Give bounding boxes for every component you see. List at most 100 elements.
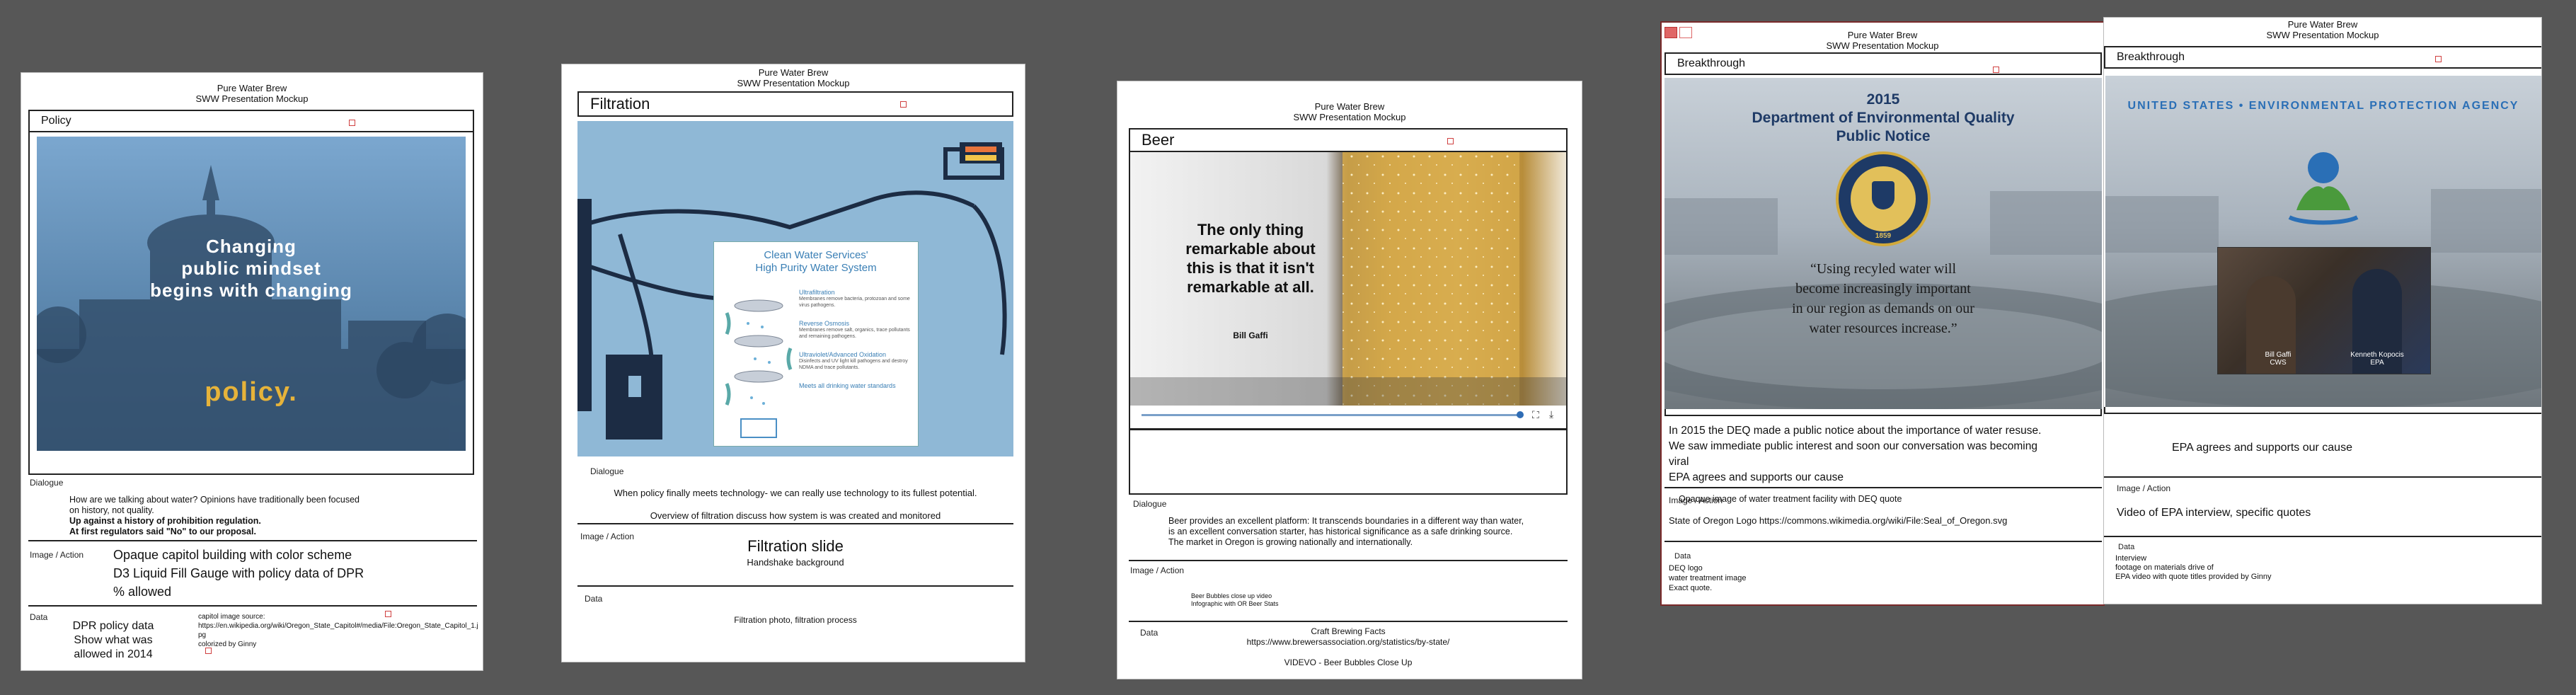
slide-title-bar[interactable]: Beer	[1129, 128, 1568, 152]
slide-title-bar[interactable]: Policy	[28, 110, 474, 132]
image-action-line: Opaque capitol building with color schem…	[113, 548, 352, 562]
dialogue-text: EPA agrees and supports our cause	[2172, 442, 2352, 454]
quote-author: Bill Gaffi	[1233, 331, 1268, 340]
header-line2: SWW Presentation Mockup	[1826, 40, 1939, 51]
card-header: Pure Water Brew SWW Presentation Mockup	[1117, 101, 1582, 122]
data-line[interactable]: https://www.brewersassociation.org/stati…	[1129, 637, 1568, 648]
data-label: Data	[1674, 552, 1691, 561]
dialogue-line: Beer provides an excellent platform: It …	[1168, 516, 1524, 526]
slide-preview-deq[interactable]: 2015 Department of Environmental Quality…	[1664, 78, 2102, 409]
data-line: Exact quote.	[1669, 584, 1713, 592]
slide-quote: The only thing remarkable about this is …	[1185, 221, 1316, 296]
step-desc: Disinfects and UV light kill pathogens a…	[799, 359, 908, 370]
oregon-seal: 1859	[1836, 151, 1931, 246]
image-action-line: Beer Bubbles close up video	[1191, 592, 1272, 599]
source-line[interactable]: https://en.wikipedia.org/wiki/Oregon_Sta…	[198, 621, 481, 640]
dialogue-line: viral	[1669, 456, 1689, 468]
fullscreen-icon[interactable]: ⛶	[1532, 409, 1539, 421]
comment-marker[interactable]	[385, 611, 391, 617]
slide-card-filtration[interactable]: Pure Water Brew SWW Presentation Mockup …	[561, 64, 1025, 662]
video-controls[interactable]: ⛶ ⤓	[1130, 406, 1566, 424]
slide-card-breakthrough-epa[interactable]: Pure Water Brew SWW Presentation Mockup …	[2103, 17, 2542, 604]
divider	[2104, 476, 2541, 478]
slide-text-line: Changing	[206, 236, 297, 257]
window-comment-icon[interactable]	[1679, 27, 1692, 38]
card-header: Pure Water Brew SWW Presentation Mockup	[21, 83, 483, 104]
window-close-icon[interactable]	[1664, 27, 1677, 38]
image-action-line: % allowed	[113, 585, 172, 599]
person2-caption: Kenneth Kopocis EPA	[2338, 351, 2416, 367]
slide-preview-filtration[interactable]: Clean Water Services' High Purity Water …	[577, 121, 1013, 456]
slide-title-bar[interactable]: Breakthrough	[1664, 52, 2102, 75]
person1-caption: Bill Gaffi CWS	[2246, 351, 2310, 367]
step-name: Ultraviolet/Advanced Oxidation	[799, 351, 887, 358]
slide-heading-line: Department of Environmental Quality	[1752, 110, 2015, 126]
header-line1: Pure Water Brew	[2287, 19, 2358, 30]
dialogue-text: In 2015 the DEQ made a public notice abo…	[1669, 423, 2100, 486]
header-line2: SWW Presentation Mockup	[737, 78, 850, 88]
data-text: Filtration photo, filtration process	[734, 615, 857, 625]
filtration-step: Meets all drinking water standards	[799, 382, 915, 389]
divider	[28, 605, 477, 607]
filtration-step: Ultraviolet/Advanced Oxidation Disinfect…	[799, 351, 915, 371]
divider	[28, 540, 477, 541]
source-line: capitol image source:	[198, 613, 265, 621]
seal-year: 1859	[1875, 232, 1892, 240]
data-line: footage on materials drive of	[2115, 563, 2214, 572]
image-source[interactable]: State of Oregon Logo https://commons.wik…	[1669, 515, 2100, 526]
slide-card-breakthrough-deq[interactable]: Pure Water Brew SWW Presentation Mockup …	[1660, 21, 2105, 606]
dialogue-label: Dialogue	[1133, 499, 1167, 509]
slide-year: 2015	[1866, 91, 1900, 108]
comment-marker[interactable]	[1447, 138, 1454, 144]
window-controls[interactable]	[1664, 27, 1696, 40]
filtration-info-panel: Clean Water Services' High Purity Water …	[713, 241, 919, 447]
header-line2: SWW Presentation Mockup	[1293, 112, 1406, 122]
divider	[577, 585, 1013, 587]
seal-shield-icon	[1872, 181, 1894, 209]
data-label: Data	[2118, 543, 2135, 551]
video-progress-knob[interactable]	[1517, 411, 1524, 418]
download-icon[interactable]: ⤓	[1549, 408, 1553, 420]
filtration-steps: Ultrafiltration Membranes remove bacteri…	[799, 289, 915, 389]
slide-title: Breakthrough	[1677, 57, 1746, 69]
slide-title: Breakthrough	[2117, 51, 2185, 63]
divider	[1129, 621, 1568, 622]
slide-title-bar[interactable]: Filtration	[577, 91, 1013, 117]
slide-preview-epa[interactable]: UNITED STATES • ENVIRONMENTAL PROTECTION…	[2105, 76, 2541, 407]
comment-marker[interactable]	[1993, 67, 1999, 73]
header-line2: SWW Presentation Mockup	[195, 93, 309, 104]
comment-marker[interactable]	[900, 101, 907, 108]
epa-ring-text: UNITED STATES • ENVIRONMENTAL PROTECTION…	[2127, 100, 2519, 112]
divider	[577, 523, 1013, 524]
slide-text-line: begins with changing	[150, 280, 352, 301]
step-desc: Membranes remove salt, organics, trace p…	[799, 328, 910, 339]
comment-marker[interactable]	[2435, 56, 2442, 62]
slide-card-policy[interactable]: Pure Water Brew SWW Presentation Mockup …	[21, 72, 483, 671]
source-text: capitol image source: https://en.wikiped…	[198, 612, 481, 649]
data-text: Interview footage on materials drive of …	[2115, 554, 2272, 582]
data-text: Craft Brewing Facts https://www.brewersa…	[1129, 626, 1568, 648]
filtration-step: Reverse Osmosis Membranes remove salt, o…	[799, 320, 915, 340]
image-action-sub: Handshake background	[747, 557, 844, 568]
video-progress-track[interactable]	[1142, 414, 1519, 416]
header-line1: Pure Water Brew	[1847, 30, 1918, 40]
comment-marker[interactable]	[205, 648, 212, 654]
image-action-label: Image / Action	[2117, 483, 2171, 493]
panel-title-line: High Purity Water System	[755, 262, 877, 274]
person1-org: CWS	[2270, 359, 2287, 367]
dialogue-text: How are we talking about water? Opinions…	[69, 495, 466, 537]
slide-card-beer[interactable]: Pure Water Brew SWW Presentation Mockup …	[1117, 81, 1582, 679]
comment-marker[interactable]	[349, 120, 355, 126]
slide-title-bar[interactable]: Breakthrough	[2104, 46, 2541, 69]
dialogue-line: The market in Oregon is growing national…	[1168, 537, 1413, 547]
slide-preview-policy[interactable]: Changing public mindset begins with chan…	[37, 137, 466, 451]
slide-preview-beer[interactable]: The only thing remarkable about this is …	[1130, 152, 1566, 406]
slide-title: Beer	[1142, 131, 1175, 149]
image-action-text: Video of EPA interview, specific quotes	[2117, 507, 2311, 519]
data-label: Data	[585, 594, 603, 604]
data-line: DEQ logo	[1669, 564, 1703, 573]
interview-video[interactable]: Bill Gaffi CWS Kenneth Kopocis EPA	[2217, 247, 2431, 374]
dialogue-line: Up against a history of prohibition regu…	[69, 516, 261, 526]
slide-text-block: Changing public mindset begins with chan…	[37, 236, 466, 301]
slide-frame	[1664, 409, 2102, 416]
